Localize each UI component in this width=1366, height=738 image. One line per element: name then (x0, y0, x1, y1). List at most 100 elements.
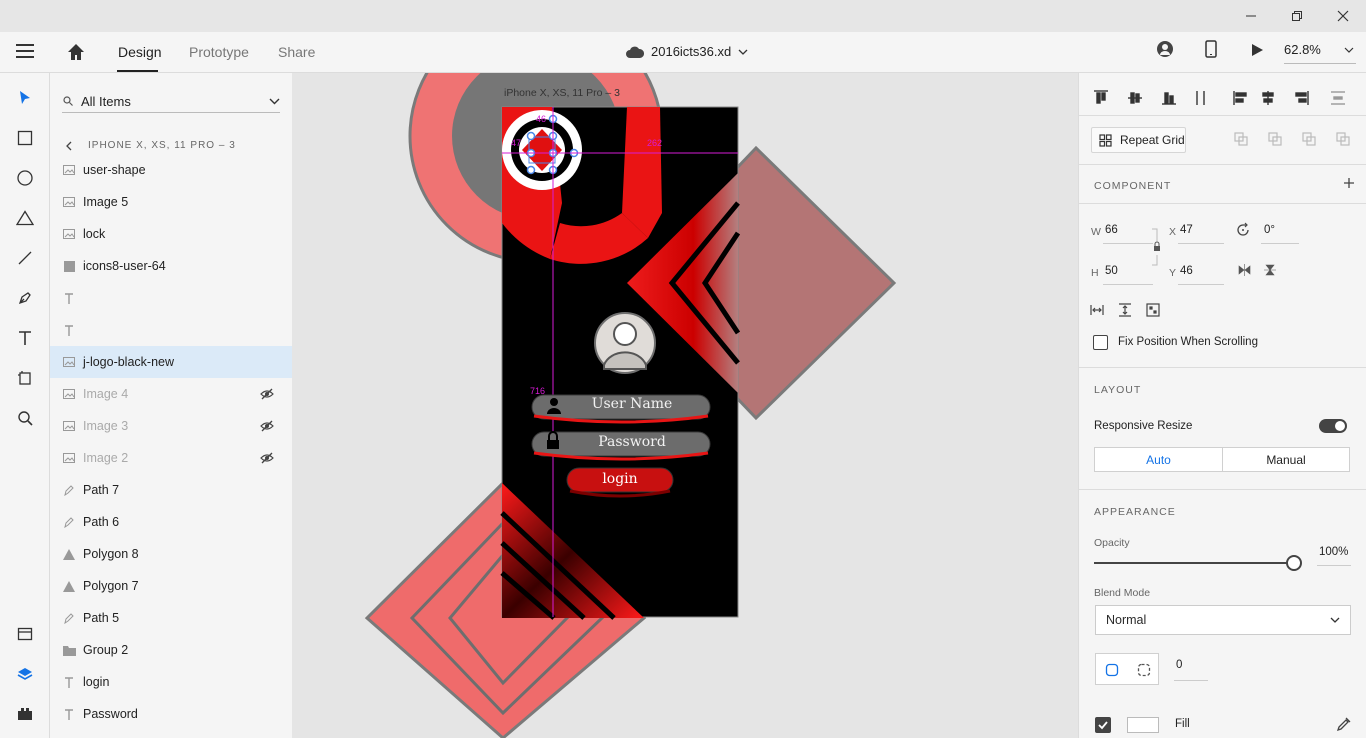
per-corner-icon[interactable] (1137, 663, 1151, 677)
pen-tool[interactable] (13, 286, 37, 310)
layer-pen-icon (62, 515, 76, 529)
hidden-eye-icon[interactable] (260, 420, 276, 432)
fix-position-checkbox[interactable] (1093, 335, 1108, 350)
zoom-level[interactable]: 62.8% (1284, 42, 1321, 57)
layer-row[interactable]: Image 2 (50, 442, 292, 474)
add-component-icon[interactable] (1343, 177, 1355, 189)
rectangle-tool[interactable] (13, 126, 37, 150)
resize-manual-button[interactable]: Manual (1222, 447, 1350, 472)
layer-row[interactable]: Image 3 (50, 410, 292, 442)
corner-radius-value[interactable]: 0 (1176, 659, 1182, 671)
layer-row[interactable]: Polygon 8 (50, 538, 292, 570)
resize-constraint-icons[interactable] (1090, 303, 1170, 317)
layer-row[interactable]: Image 5 (50, 186, 292, 218)
tab-share[interactable]: Share (278, 44, 315, 60)
layer-row[interactable]: lock (50, 218, 292, 250)
lock-aspect-icon[interactable] (1151, 227, 1163, 267)
opacity-value[interactable]: 100% (1319, 546, 1348, 558)
ellipse-icon (17, 170, 33, 186)
height-value[interactable]: 50 (1105, 265, 1118, 277)
layer-row[interactable]: Path 6 (50, 506, 292, 538)
checkmark-icon (1098, 721, 1108, 730)
eyedropper-icon[interactable] (1336, 716, 1352, 732)
device-preview-icon[interactable] (1205, 40, 1217, 58)
fill-checkbox[interactable] (1095, 717, 1111, 733)
layer-text-icon (62, 291, 76, 305)
zoom-chevron-icon[interactable] (1344, 47, 1354, 53)
repeat-grid-button[interactable]: Repeat Grid (1091, 127, 1186, 153)
home-icon[interactable] (66, 42, 86, 62)
uniform-corner-icon[interactable] (1105, 663, 1119, 677)
share-user-icon[interactable] (1156, 40, 1174, 58)
layer-row[interactable]: Path 7 (50, 474, 292, 506)
username-label: User Name (591, 396, 673, 412)
layer-row[interactable]: Password (50, 698, 292, 730)
close-button[interactable] (1320, 0, 1366, 32)
select-tool[interactable] (13, 86, 37, 110)
boolean-ops-icons[interactable] (1233, 131, 1353, 147)
tab-prototype[interactable]: Prototype (189, 44, 249, 60)
layer-row[interactable]: user-shape (50, 154, 292, 186)
play-icon[interactable] (1251, 43, 1264, 57)
search-icon (18, 411, 33, 426)
y-value[interactable]: 46 (1180, 265, 1193, 277)
menu-icon[interactable] (16, 44, 34, 58)
layer-row[interactable]: icons8-user-64 (50, 250, 292, 282)
layer-row[interactable]: login (50, 666, 292, 698)
layer-name: j-logo-black-new (83, 355, 175, 369)
search-icon (63, 96, 73, 106)
responsive-resize-toggle[interactable] (1319, 419, 1347, 433)
close-icon (1337, 10, 1349, 22)
assets-icon (17, 627, 33, 641)
layer-text-icon (62, 323, 76, 337)
width-value[interactable]: 66 (1105, 224, 1118, 236)
fill-swatch[interactable] (1127, 717, 1159, 733)
hidden-eye-icon[interactable] (260, 452, 276, 464)
layers-icon (17, 668, 33, 680)
back-arrow-icon[interactable] (65, 141, 73, 151)
design-canvas[interactable]: iPhone X, XS, 11 Pro – 3 46 47 262 716 U… (292, 73, 1078, 738)
plugins-tool[interactable] (13, 702, 37, 726)
minimize-button[interactable] (1228, 0, 1274, 32)
x-value[interactable]: 47 (1180, 224, 1193, 236)
assets-tool[interactable] (13, 622, 37, 646)
document-title[interactable]: 2016icts36.xd (626, 44, 748, 59)
ellipse-tool[interactable] (13, 166, 37, 190)
zoom-tool[interactable] (13, 406, 37, 430)
blend-mode-select[interactable]: Normal (1095, 605, 1351, 635)
layer-row[interactable]: Image 4 (50, 378, 292, 410)
restore-button[interactable] (1274, 0, 1320, 32)
layers-tool[interactable] (13, 662, 37, 686)
layer-name: Path 5 (83, 611, 120, 625)
artboard-tool[interactable] (13, 366, 37, 390)
line-tool[interactable] (13, 246, 37, 270)
repeat-grid-icon (1099, 134, 1112, 147)
layer-row[interactable] (50, 282, 292, 314)
layer-row[interactable]: Path 5 (50, 602, 292, 634)
artboard-title[interactable]: iPhone X, XS, 11 Pro – 3 (504, 87, 620, 99)
opacity-slider-thumb[interactable] (1286, 555, 1302, 571)
hidden-eye-icon[interactable] (260, 388, 276, 400)
layer-row[interactable]: j-logo-black-new (50, 346, 292, 378)
resize-auto-button[interactable]: Auto (1094, 447, 1223, 472)
window-titlebar (0, 0, 1366, 32)
rotation-value[interactable]: 0° (1264, 224, 1275, 236)
align-toolbar[interactable] (1093, 89, 1353, 107)
y-label: Y (1169, 267, 1177, 279)
layer-row[interactable]: Group 2 (50, 634, 292, 666)
chevron-down-icon[interactable] (269, 98, 280, 105)
measure-bottom: 716 (530, 386, 546, 396)
breadcrumb[interactable]: IPHONE X, XS, 11 PRO – 3 (88, 140, 236, 151)
text-tool[interactable] (13, 326, 37, 350)
layer-triangle-icon (62, 547, 76, 561)
layer-row[interactable] (50, 314, 292, 346)
zoom-underline (1284, 63, 1356, 64)
flip-icons[interactable] (1237, 263, 1277, 277)
password-label: Password (598, 434, 666, 450)
polygon-tool[interactable] (13, 206, 37, 230)
tab-design[interactable]: Design (118, 44, 162, 60)
height-label: H (1091, 267, 1099, 279)
layer-row[interactable]: Polygon 7 (50, 570, 292, 602)
opacity-slider-track[interactable] (1094, 562, 1294, 564)
layers-search[interactable]: All Items (62, 89, 280, 113)
